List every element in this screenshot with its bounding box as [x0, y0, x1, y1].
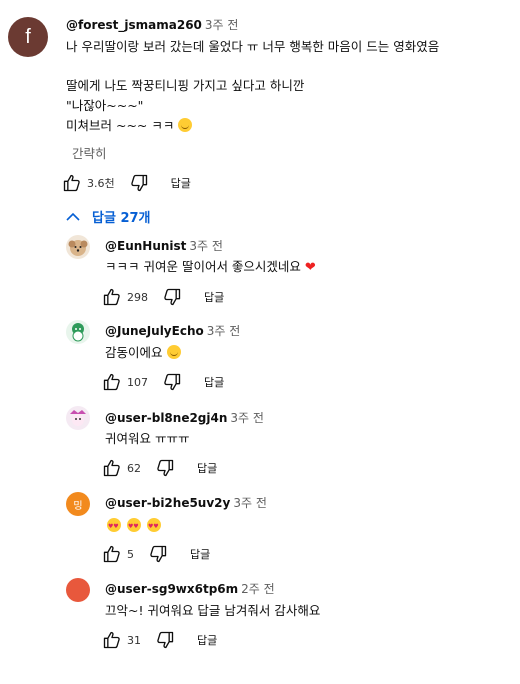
reply-text [107, 517, 163, 535]
like-count: 62 [127, 461, 141, 475]
thumb-up-icon [102, 458, 122, 478]
thumb-up-icon [102, 287, 122, 307]
smile-emoji-icon [178, 118, 193, 132]
avatar-letter: f [25, 25, 31, 48]
reply-author[interactable]: @user-bi2he5uv2y 3주 전 [105, 494, 267, 511]
dog-avatar-icon [68, 240, 88, 256]
reply-author[interactable]: @EunHunist 3주 전 [105, 237, 223, 254]
heart-eyes-emoji-icon [146, 518, 161, 535]
reply-text-content: ㅋㅋㅋ 귀여운 딸이어서 좋으시겠네요 [105, 259, 301, 274]
collapse-button[interactable]: 간략히 [72, 143, 107, 162]
comment-line-1: 나 우리딸이랑 보러 갔는데 울었다 ㅠ 너무 행복한 마음이 드는 영화였음 [66, 39, 440, 54]
smile-emoji-icon [166, 345, 181, 359]
chevron-up-icon [66, 212, 80, 221]
reply-time[interactable]: 3주 전 [233, 496, 267, 510]
reply-time[interactable]: 2주 전 [241, 582, 275, 596]
reply-text: ㅋㅋㅋ 귀여운 딸이어서 좋으시겠네요 ❤ [105, 258, 316, 276]
dislike-button[interactable] [129, 173, 149, 193]
reply-button[interactable]: 답글 [171, 175, 191, 191]
thumb-up-icon [102, 630, 122, 650]
like-button[interactable] [102, 544, 122, 564]
dislike-button[interactable] [148, 544, 168, 564]
like-button[interactable] [102, 372, 122, 392]
like-count: 298 [127, 290, 148, 304]
reply-text: 귀여워요 ㅠㅠㅠ [105, 431, 190, 446]
comment-author[interactable]: @forest_jsmama260 3주 전 [66, 16, 238, 33]
reply-author-name[interactable]: @user-sg9wx6tp6m [105, 582, 238, 596]
thumb-down-icon [155, 458, 175, 478]
reply-text: 끄악~! 귀여워요 답글 남겨줘서 감사해요 [105, 603, 321, 618]
reply-text-content: 감동이에요 [105, 345, 163, 360]
reply-actions: 107 답글 [102, 372, 224, 392]
heart-eyes-emoji-icon [126, 518, 141, 535]
dislike-button[interactable] [155, 458, 175, 478]
avatar[interactable]: f [8, 17, 48, 57]
dislike-button[interactable] [162, 287, 182, 307]
replies-count-label: 답글 27개 [92, 211, 151, 226]
like-count: 5 [127, 547, 134, 561]
comment-line-3: "나잖아~~~" [66, 98, 144, 113]
reply-actions: 5 답글 [102, 544, 210, 564]
reply-button[interactable]: 답글 [197, 632, 217, 648]
replies-toggle-button[interactable]: 답글 27개 [66, 207, 151, 226]
reply-avatar[interactable] [66, 578, 90, 602]
reply-time[interactable]: 3주 전 [207, 324, 241, 338]
reply-avatar[interactable] [66, 235, 90, 259]
character-avatar-icon [70, 410, 86, 426]
dislike-button[interactable] [155, 630, 175, 650]
like-button[interactable] [102, 630, 122, 650]
thumb-up-icon [62, 173, 82, 193]
thumb-up-icon [102, 372, 122, 392]
heart-eyes-emoji-icon [107, 518, 121, 535]
reply-author[interactable]: @user-sg9wx6tp6m 2주 전 [105, 580, 275, 597]
reply-button[interactable]: 답글 [197, 460, 217, 476]
reply-button[interactable]: 답글 [190, 546, 210, 562]
comment-actions: 3.6천 답글 [62, 173, 191, 193]
reply-author-name[interactable]: @user-bl8ne2gj4n [105, 411, 227, 425]
reply-author-name[interactable]: @user-bi2he5uv2y [105, 496, 230, 510]
thumb-down-icon [162, 372, 182, 392]
reply-author[interactable]: @user-bl8ne2gj4n 3주 전 [105, 409, 264, 426]
thumb-down-icon [129, 173, 149, 193]
reply-time[interactable]: 3주 전 [230, 411, 264, 425]
comment-line-2: 딸에게 나도 짝꿍티니핑 가지고 싶다고 하니깐 [66, 78, 305, 93]
character-avatar-icon [72, 323, 84, 342]
reply-author-name[interactable]: @JuneJulyEcho [105, 324, 204, 338]
reply-time[interactable]: 3주 전 [189, 239, 223, 253]
reply-avatar[interactable] [66, 406, 90, 430]
like-button[interactable] [102, 287, 122, 307]
like-button[interactable] [62, 173, 82, 193]
reply-author[interactable]: @JuneJulyEcho 3주 전 [105, 322, 240, 339]
reply-avatar[interactable] [66, 320, 90, 344]
author-name[interactable]: @forest_jsmama260 [66, 18, 202, 32]
comment-line-4: 미쳐브러 ~~~ ㅋㅋ [66, 117, 193, 134]
comment-line-4-text: 미쳐브러 ~~~ ㅋㅋ [66, 118, 175, 133]
thumb-up-icon [102, 544, 122, 564]
like-count: 31 [127, 633, 141, 647]
dislike-button[interactable] [162, 372, 182, 392]
reply-actions: 62 답글 [102, 458, 217, 478]
thumb-down-icon [162, 287, 182, 307]
like-count: 3.6천 [87, 177, 115, 190]
like-button[interactable] [102, 458, 122, 478]
like-count: 107 [127, 375, 148, 389]
avatar-letter: 밍 [73, 500, 83, 512]
thumb-down-icon [148, 544, 168, 564]
reply-avatar[interactable]: 밍 [66, 492, 90, 516]
comment-time[interactable]: 3주 전 [205, 18, 239, 32]
reply-button[interactable]: 답글 [204, 374, 224, 390]
reply-actions: 298 답글 [102, 287, 224, 307]
heart-icon: ❤ [304, 260, 316, 275]
reply-actions: 31 답글 [102, 630, 217, 650]
reply-button[interactable]: 답글 [204, 289, 224, 305]
reply-author-name[interactable]: @EunHunist [105, 239, 186, 253]
thumb-down-icon [155, 630, 175, 650]
reply-text: 감동이에요 [105, 344, 181, 361]
